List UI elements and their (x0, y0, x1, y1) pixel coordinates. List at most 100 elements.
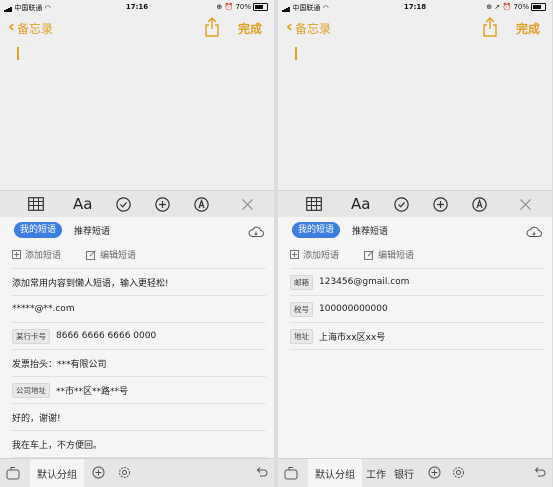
settings-button[interactable] (452, 466, 465, 479)
edit-icon (364, 249, 374, 260)
edit-phrase-label: 编辑短语 (378, 251, 415, 261)
close-button[interactable] (519, 194, 532, 214)
cloud-sync-button[interactable] (248, 223, 264, 242)
list-item[interactable]: 地址 上海市xx区xx号 (290, 322, 544, 350)
back-label: 备忘录 (295, 21, 332, 36)
return-button[interactable] (533, 466, 546, 478)
phrase-group-bar: 默认分组 工作 银行 (278, 458, 552, 487)
add-phrase-button[interactable]: 添加短语 (12, 248, 61, 261)
phrase-tag: 税号 (290, 301, 313, 317)
text-format-button[interactable]: Aa (73, 194, 92, 214)
phrase-text: 发票抬头：***有限公司 (12, 359, 107, 370)
screen-left: 中国联通 ◠ 17:16 ⊕ ⏰ 70% ‹ 备忘录 完成 Aa 我的短语 推荐… (0, 0, 274, 487)
phrase-tag: 邮箱 (290, 274, 313, 290)
close-icon (242, 198, 253, 210)
status-bar: 中国联通 ◠ 17:18 ⊕ ➚ ⏰ 70% (278, 0, 552, 14)
add-group-button[interactable] (92, 466, 105, 479)
checklist-button[interactable] (116, 194, 131, 214)
list-item[interactable]: 邮箱 123456@gmail.com (290, 268, 544, 295)
battery-icon (253, 3, 268, 11)
screen-right: 中国联通 ◠ 17:18 ⊕ ➚ ⏰ 70% ‹ 备忘录 完成 Aa 我的短语 … (278, 0, 552, 487)
markup-button[interactable] (472, 194, 487, 214)
edit-phrase-button[interactable]: 编辑短语 (364, 248, 414, 261)
phrase-actions: 添加短语 编辑短语 (0, 248, 274, 264)
undo-arrow-icon (534, 467, 546, 477)
table-icon (306, 197, 322, 211)
plus-circle-icon (155, 196, 170, 212)
alarm-icon: ⏰ (502, 3, 512, 11)
status-bar: 中国联通 ◠ 17:16 ⊕ ⏰ 70% (0, 0, 274, 14)
cloud-icon (248, 226, 264, 237)
add-phrase-button[interactable]: 添加短语 (290, 248, 339, 261)
tab-my-phrases[interactable]: 我的短语 (14, 222, 63, 238)
share-button[interactable] (203, 17, 221, 37)
plus-circle-icon (433, 196, 448, 212)
back-button[interactable]: ‹ 备忘录 (286, 17, 332, 37)
table-button[interactable] (306, 194, 322, 214)
phrase-text: 好的，谢谢! (12, 413, 61, 424)
list-item[interactable]: 发票抬头：***有限公司 (12, 349, 266, 376)
phrase-tag: 地址 (290, 328, 313, 344)
table-button[interactable] (28, 194, 44, 214)
list-item[interactable]: 我在车上，不方便回。 (12, 430, 266, 458)
phrase-text: 上海市xx区xx号 (319, 332, 386, 343)
undo-arrow-icon (256, 467, 268, 477)
checkmark-circle-icon (116, 196, 131, 212)
battery-percent: 70% (235, 3, 251, 11)
battery-level (255, 5, 263, 9)
markup-button[interactable] (194, 194, 209, 214)
list-item[interactable]: 好的，谢谢! (12, 403, 266, 430)
tab-recommended-phrases[interactable]: 推荐短语 (74, 224, 110, 237)
phrase-list: 邮箱 123456@gmail.com 税号 100000000000 地址 上海市x… (290, 268, 544, 350)
list-item[interactable]: *****@**.com (12, 295, 266, 322)
phrase-list: 添加常用内容到懒人短语，输入更轻松! *****@**.com 某行卡号 8666… (12, 268, 266, 458)
settings-button[interactable] (118, 466, 131, 479)
list-item[interactable]: 某行卡号 8666 6666 6666 0000 (12, 322, 266, 349)
orientation-lock-icon: ⊕ (216, 3, 223, 11)
app-switch-button[interactable] (6, 466, 22, 480)
format-toolbar: Aa (0, 190, 274, 217)
plus-square-icon (12, 250, 21, 259)
text-cursor (17, 47, 19, 60)
battery-percent: 70% (513, 3, 529, 11)
text-format-button[interactable]: Aa (351, 194, 370, 214)
share-icon (483, 17, 497, 37)
checklist-button[interactable] (394, 194, 409, 214)
done-button[interactable]: 完成 (516, 20, 540, 37)
group-tab[interactable]: 银行 (394, 466, 414, 481)
location-icon: ➚ (494, 3, 501, 11)
group-tab[interactable]: 默认分组 (315, 466, 355, 481)
tab-recommended-phrases[interactable]: 推荐短语 (352, 224, 388, 237)
text-cursor (295, 47, 297, 60)
close-button[interactable] (241, 194, 254, 214)
app-switch-button[interactable] (284, 466, 300, 480)
cloud-sync-button[interactable] (526, 223, 542, 242)
share-button[interactable] (481, 17, 499, 37)
add-group-button[interactable] (428, 466, 441, 479)
group-tab[interactable]: 工作 (366, 466, 386, 481)
group-tab[interactable]: 默认分组 (37, 466, 77, 481)
edit-phrase-button[interactable]: 编辑短语 (86, 248, 136, 261)
phrase-text: *****@**.com (12, 304, 75, 314)
list-item[interactable]: 税号 100000000000 (290, 295, 544, 322)
list-item[interactable]: 添加常用内容到懒人短语，输入更轻松! (12, 268, 266, 295)
edit-phrase-label: 编辑短语 (100, 251, 137, 261)
insert-button[interactable] (155, 194, 170, 214)
return-button[interactable] (255, 466, 268, 478)
gear-icon (119, 467, 130, 478)
nav-bar: ‹ 备忘录 完成 (278, 16, 552, 40)
insert-button[interactable] (433, 194, 448, 214)
list-item[interactable]: 公司地址 **市**区**路**号 (12, 376, 266, 403)
done-button[interactable]: 完成 (238, 20, 262, 37)
phrase-tabs: 我的短语 推荐短语 (278, 220, 552, 240)
tab-my-phrases[interactable]: 我的短语 (292, 222, 341, 238)
alarm-icon: ⏰ (224, 3, 234, 11)
chevron-left-icon: ‹ (8, 17, 16, 37)
gear-icon (453, 467, 464, 478)
phrase-group-bar: 默认分组 (0, 458, 274, 487)
back-button[interactable]: ‹ 备忘录 (8, 17, 53, 37)
format-toolbar: Aa (278, 190, 552, 217)
close-icon (520, 198, 531, 210)
phrase-panel: 我的短语 推荐短语 添加短语 编辑短语 (0, 217, 274, 487)
pen-circle-icon (472, 196, 487, 212)
